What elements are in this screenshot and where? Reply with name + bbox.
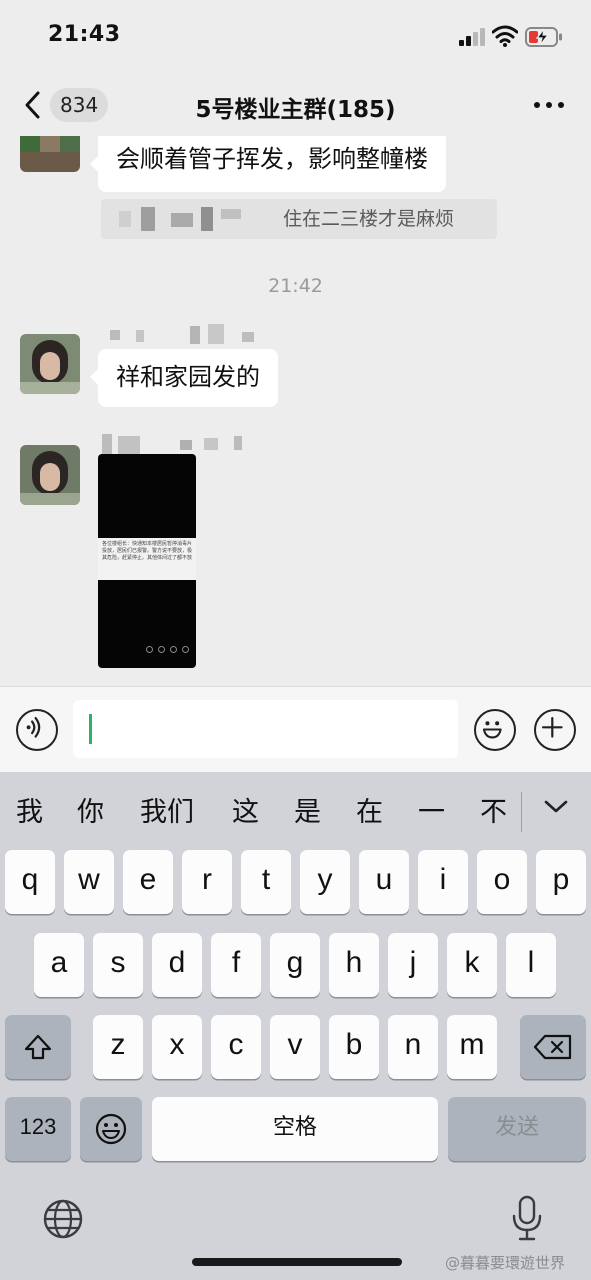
key-e[interactable]: e	[123, 850, 173, 914]
key-p[interactable]: p	[536, 850, 586, 914]
chat-title: 5号楼业主群(185)	[195, 97, 396, 123]
globe-icon[interactable]	[42, 1198, 84, 1240]
message-bubble[interactable]: 祥和家园发的	[90, 349, 278, 407]
key-a[interactable]: a	[34, 933, 84, 997]
watermark: @暮暮要環遊世界	[445, 1254, 566, 1272]
status-bar: 21:43	[0, 0, 591, 78]
key-v[interactable]: v	[270, 1015, 320, 1079]
video-notice-text: 各位楼组长：快通知本楼居民暂停消毒片投放，居民们已报警。警方说不要放，极其危险，…	[98, 538, 196, 580]
key-z[interactable]: z	[93, 1015, 143, 1079]
key-q[interactable]: q	[5, 850, 55, 914]
key-o[interactable]: o	[477, 850, 527, 914]
key-x[interactable]: x	[152, 1015, 202, 1079]
key-t[interactable]: t	[241, 850, 291, 914]
emoji-icon[interactable]	[474, 709, 516, 751]
shift-icon	[24, 1034, 52, 1060]
key-h[interactable]: h	[329, 933, 379, 997]
candidate-word[interactable]: 我们	[140, 790, 194, 829]
key-s[interactable]: s	[93, 933, 143, 997]
signal-icon	[459, 28, 485, 46]
blurred-sender	[171, 213, 193, 227]
quoted-message[interactable]: 住在二三楼才是麻烦	[101, 199, 497, 239]
quoted-text: 住在二三楼才是麻烦	[283, 208, 455, 230]
message-bubble[interactable]: 会顺着管子挥发，影响整幢楼	[90, 136, 446, 192]
video-controls-icon	[146, 646, 190, 654]
key-j[interactable]: j	[388, 933, 438, 997]
message-list[interactable]: 会顺着管子挥发，影响整幢楼 住在二三楼才是麻烦 21:42 祥和家园发的 各位楼…	[0, 136, 591, 686]
avatar[interactable]	[20, 136, 80, 172]
key-m[interactable]: m	[447, 1015, 497, 1079]
more-icon[interactable]	[532, 102, 566, 110]
sender-name-blurred	[108, 322, 258, 344]
time-separator: 21:42	[268, 275, 323, 297]
blurred-sender	[141, 207, 155, 231]
key-r[interactable]: r	[182, 850, 232, 914]
text-cursor	[89, 714, 92, 744]
wifi-icon	[492, 25, 518, 47]
blurred-sender	[221, 209, 241, 219]
send-key[interactable]: 发送	[448, 1097, 586, 1161]
candidate-word[interactable]: 不	[480, 790, 507, 829]
key-u[interactable]: u	[359, 850, 409, 914]
candidate-word[interactable]: 你	[77, 790, 104, 829]
key-b[interactable]: b	[329, 1015, 379, 1079]
candidate-word[interactable]: 是	[294, 790, 321, 829]
backspace-icon	[533, 1034, 572, 1060]
battery-charging-icon	[525, 27, 562, 47]
key-g[interactable]: g	[270, 933, 320, 997]
candidate-word[interactable]: 这	[232, 790, 259, 829]
key-d[interactable]: d	[152, 933, 202, 997]
avatar[interactable]	[20, 334, 80, 394]
candidate-bar: 我 你 我们 这 是 在 一 不	[0, 772, 591, 844]
sender-name-blurred	[100, 432, 260, 454]
keyboard: 我 你 我们 这 是 在 一 不 q w e r t y u i o p a s…	[0, 772, 591, 1280]
candidate-word[interactable]: 一	[418, 790, 445, 829]
shift-key[interactable]	[5, 1015, 71, 1079]
key-y[interactable]: y	[300, 850, 350, 914]
key-i[interactable]: i	[418, 850, 468, 914]
key-c[interactable]: c	[211, 1015, 261, 1079]
home-indicator	[192, 1258, 402, 1266]
input-bar	[0, 686, 591, 772]
blurred-sender	[119, 211, 131, 227]
key-f[interactable]: f	[211, 933, 261, 997]
emoji-key[interactable]	[80, 1097, 142, 1161]
avatar[interactable]	[20, 445, 80, 505]
blurred-sender	[201, 207, 213, 231]
mic-icon[interactable]	[510, 1194, 544, 1242]
candidate-word[interactable]: 在	[356, 790, 383, 829]
voice-icon[interactable]	[16, 709, 58, 751]
candidate-divider	[521, 792, 522, 832]
message-input[interactable]	[73, 700, 458, 758]
key-n[interactable]: n	[388, 1015, 438, 1079]
numbers-key[interactable]: 123	[5, 1097, 71, 1161]
collapse-keyboard-icon[interactable]	[543, 798, 569, 816]
key-k[interactable]: k	[447, 933, 497, 997]
status-time: 21:43	[48, 22, 121, 47]
plus-icon[interactable]	[534, 709, 576, 751]
video-message-thumbnail[interactable]: 各位楼组长：快通知本楼居民暂停消毒片投放，居民们已报警。警方说不要放，极其危险，…	[98, 454, 196, 668]
chat-header: 834 5号楼业主群(185)	[0, 78, 591, 136]
key-w[interactable]: w	[64, 850, 114, 914]
backspace-key[interactable]	[520, 1015, 586, 1079]
space-key[interactable]: 空格	[152, 1097, 438, 1161]
key-l[interactable]: l	[506, 933, 556, 997]
emoji-keyboard-icon	[95, 1113, 127, 1145]
candidate-word[interactable]: 我	[16, 790, 43, 829]
